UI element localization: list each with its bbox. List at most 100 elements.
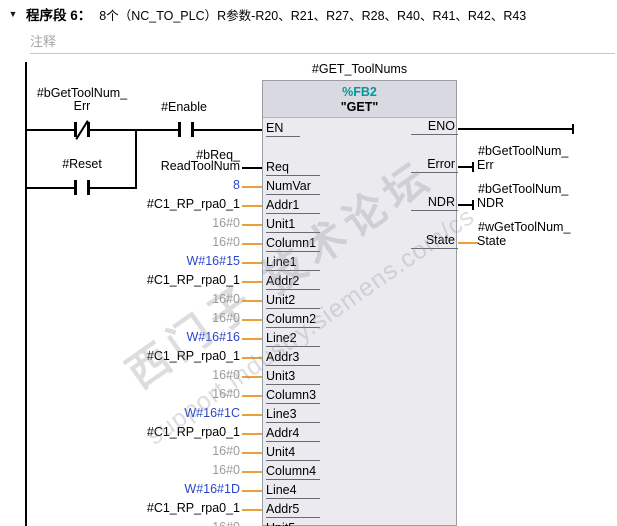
input-pin-label[interactable]: Unit2 (266, 293, 320, 309)
input-pin-label[interactable]: Line3 (266, 407, 320, 423)
en-pin-label[interactable]: EN (266, 121, 300, 137)
input-operand-value[interactable]: #C1_RP_rpa0_1 (30, 425, 240, 440)
output-operand-line1[interactable]: #bGetToolNum_ (478, 144, 568, 158)
input-row: 16#0 Column3 (30, 385, 462, 404)
contact-enable-label[interactable]: #Enable (132, 101, 236, 114)
no-contact-enable[interactable] (178, 122, 181, 137)
output-pin-label[interactable]: State (411, 233, 458, 249)
fb-type-name: "GET" (340, 100, 379, 114)
input-pin-label[interactable]: Addr3 (266, 350, 320, 366)
input-pin-wire (242, 205, 262, 207)
input-pin-wire (242, 243, 262, 245)
input-row: ReadToolNum #bReq_ Req (30, 148, 462, 176)
input-pin-label[interactable]: Column4 (266, 464, 320, 480)
input-operand-value[interactable]: 16#0 (30, 444, 240, 459)
comment-placeholder[interactable]: 注释 (30, 34, 56, 49)
input-operand-value[interactable]: 16#0 (30, 520, 240, 526)
input-pin-wire (242, 167, 262, 169)
input-pin-wire (242, 262, 262, 264)
input-operand-value[interactable]: ReadToolNum #bReq_ (30, 148, 240, 174)
output-operand-line2[interactable]: NDR (477, 196, 504, 210)
output-row: State #wGetToolNum_ State (411, 220, 616, 262)
left-power-rail (25, 62, 27, 526)
input-operand-value[interactable]: 16#0 (30, 216, 240, 231)
input-row: 16#0 Unit3 (30, 366, 462, 385)
output-pin-label[interactable]: Error (411, 157, 458, 173)
output-operand-line1[interactable]: #wGetToolNum_ (478, 220, 570, 234)
input-row: 16#0 Column4 (30, 461, 462, 480)
input-row: W#16#16 Line2 (30, 328, 462, 347)
input-pin-label[interactable]: Column2 (266, 312, 320, 328)
input-pin-label[interactable]: Column3 (266, 388, 320, 404)
input-pin-wire (242, 357, 262, 359)
input-operand-value[interactable]: 16#0 (30, 387, 240, 402)
input-pin-label[interactable]: Addr2 (266, 274, 320, 290)
input-operand-value[interactable]: 16#0 (30, 311, 240, 326)
input-pin-wire (242, 395, 262, 397)
input-operand-value[interactable]: W#16#1C (30, 406, 240, 421)
input-operand-value[interactable]: W#16#15 (30, 254, 240, 269)
input-pin-label[interactable]: Line1 (266, 255, 320, 271)
input-pin-label[interactable]: Unit3 (266, 369, 320, 385)
input-pin-label[interactable]: Line2 (266, 331, 320, 347)
network-header: ▼ 程序段 6： 8个（NC_TO_PLC）R参数-R20、R21、R27、R2… (0, 0, 617, 28)
output-pin-label[interactable]: NDR (411, 195, 458, 211)
input-operand-value[interactable]: #C1_RP_rpa0_1 (30, 273, 240, 288)
input-operand-value-line1[interactable]: #bReq_ (196, 148, 240, 163)
wire-end-tick (472, 200, 474, 210)
input-pin-label[interactable]: Unit1 (266, 217, 320, 233)
output-operand-line2[interactable]: State (477, 234, 506, 248)
input-pin-label[interactable]: NumVar (266, 179, 320, 195)
input-operand-value[interactable]: 16#0 (30, 368, 240, 383)
input-pin-wire (242, 490, 262, 492)
input-operand-value[interactable]: #C1_RP_rpa0_1 (30, 501, 240, 516)
wire-end-tick (572, 124, 574, 134)
input-operand-value[interactable]: 16#0 (30, 463, 240, 478)
fb-block-header: %FB2 "GET" (263, 81, 456, 118)
block-input-rows: ReadToolNum #bReq_ Req 8 NumVar #C1_RP_rp… (30, 148, 462, 526)
comment-row[interactable]: 注释 (30, 31, 615, 54)
input-row: #C1_RP_rpa0_1 Addr5 (30, 499, 462, 518)
input-pin-label[interactable]: Line4 (266, 483, 320, 499)
wire-end-tick (472, 162, 474, 172)
input-row: 16#0 Unit5 (30, 518, 462, 526)
input-pin-wire (242, 300, 262, 302)
input-row: #C1_RP_rpa0_1 Addr2 (30, 271, 462, 290)
rung-wire (137, 129, 178, 131)
input-pin-label[interactable]: Unit4 (266, 445, 320, 461)
output-operand-line1[interactable]: #bGetToolNum_ (478, 182, 568, 196)
input-pin-label[interactable]: Req (266, 160, 320, 176)
input-operand-value[interactable]: 8 (30, 178, 240, 193)
lad-editor-network: ▼ 程序段 6： 8个（NC_TO_PLC）R参数-R20、R21、R27、R2… (0, 0, 617, 526)
rung-wire (27, 129, 74, 131)
block-output-rows: ENO Error #bGetToolNum_ Err NDR #bGetToo… (411, 110, 616, 262)
input-row: 16#0 Unit2 (30, 290, 462, 309)
input-pin-wire (242, 186, 262, 188)
input-row: W#16#1C Line3 (30, 404, 462, 423)
input-pin-label[interactable]: Addr1 (266, 198, 320, 214)
input-pin-wire (242, 319, 262, 321)
fb-address: %FB2 (342, 85, 377, 99)
input-pin-label[interactable]: Column1 (266, 236, 320, 252)
input-operand-value[interactable]: #C1_RP_rpa0_1 (30, 197, 240, 212)
input-row: #C1_RP_rpa0_1 Addr1 (30, 195, 462, 214)
input-pin-label[interactable]: Unit5 (266, 521, 320, 526)
input-operand-value[interactable]: 16#0 (30, 292, 240, 307)
output-pin-label[interactable]: ENO (411, 119, 458, 135)
input-row: 16#0 Unit4 (30, 442, 462, 461)
collapse-arrow-icon[interactable]: ▼ (0, 9, 26, 19)
input-row: W#16#1D Line4 (30, 480, 462, 499)
input-operand-value[interactable]: W#16#1D (30, 482, 240, 497)
input-operand-value[interactable]: #C1_RP_rpa0_1 (30, 349, 240, 364)
contact-err-label-line2[interactable]: Err (18, 100, 146, 113)
output-operand-line2[interactable]: Err (477, 158, 494, 172)
input-pin-label[interactable]: Addr5 (266, 502, 320, 518)
network-title[interactable]: 程序段 6： (26, 4, 91, 24)
output-row: NDR #bGetToolNum_ NDR (411, 182, 616, 224)
input-pin-label[interactable]: Addr4 (266, 426, 320, 442)
input-operand-value[interactable]: 16#0 (30, 235, 240, 250)
fb-instance-name[interactable]: #GET_ToolNums (262, 62, 457, 76)
input-operand-value[interactable]: W#16#16 (30, 330, 240, 345)
input-row: 16#0 Column2 (30, 309, 462, 328)
rung-wire (90, 129, 137, 131)
